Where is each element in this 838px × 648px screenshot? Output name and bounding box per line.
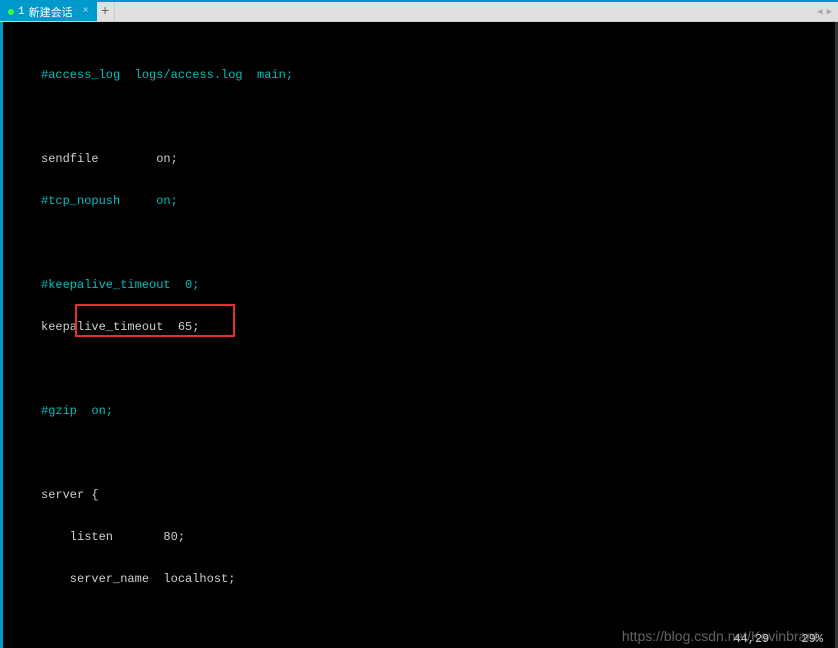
code-content: #access_log logs/access.log main; sendfi… <box>3 40 835 648</box>
scroll-percent: 29% <box>801 632 823 646</box>
code-line: #tcp_nopush on; <box>3 194 835 208</box>
code-line: keepalive_timeout 65; <box>3 320 835 334</box>
tab-nav: ◀ ▶ <box>811 2 838 21</box>
nav-left-icon[interactable]: ◀ <box>817 7 822 17</box>
code-line <box>3 236 835 250</box>
close-icon[interactable]: × <box>83 6 89 17</box>
tab-indicator-icon <box>8 9 14 15</box>
code-line: #access_log logs/access.log main; <box>3 68 835 82</box>
code-line: #gzip on; <box>3 404 835 418</box>
tab-session-1[interactable]: 1 新建会话 × <box>0 2 97 21</box>
nav-right-icon[interactable]: ▶ <box>827 7 832 17</box>
status-bar: 44,29 29% <box>733 632 823 646</box>
cursor-position: 44,29 <box>733 632 769 646</box>
code-line: server_name localhost; <box>3 572 835 586</box>
window: 1 新建会话 × + ◀ ▶ #access_log logs/access.l… <box>0 0 838 648</box>
tab-bar: 1 新建会话 × + ◀ ▶ <box>0 2 838 22</box>
code-line: server { <box>3 488 835 502</box>
code-line: sendfile on; <box>3 152 835 166</box>
tab-number: 1 <box>18 6 25 18</box>
code-line <box>3 614 835 628</box>
code-line <box>3 110 835 124</box>
plus-icon: + <box>101 4 109 20</box>
code-line <box>3 362 835 376</box>
code-line: listen 80; <box>3 530 835 544</box>
tab-spacer <box>115 2 812 21</box>
code-line: #keepalive_timeout 0; <box>3 278 835 292</box>
tab-title: 新建会话 <box>29 4 73 20</box>
code-line <box>3 446 835 460</box>
new-tab-button[interactable]: + <box>97 2 115 21</box>
terminal-editor[interactable]: #access_log logs/access.log main; sendfi… <box>0 22 838 648</box>
